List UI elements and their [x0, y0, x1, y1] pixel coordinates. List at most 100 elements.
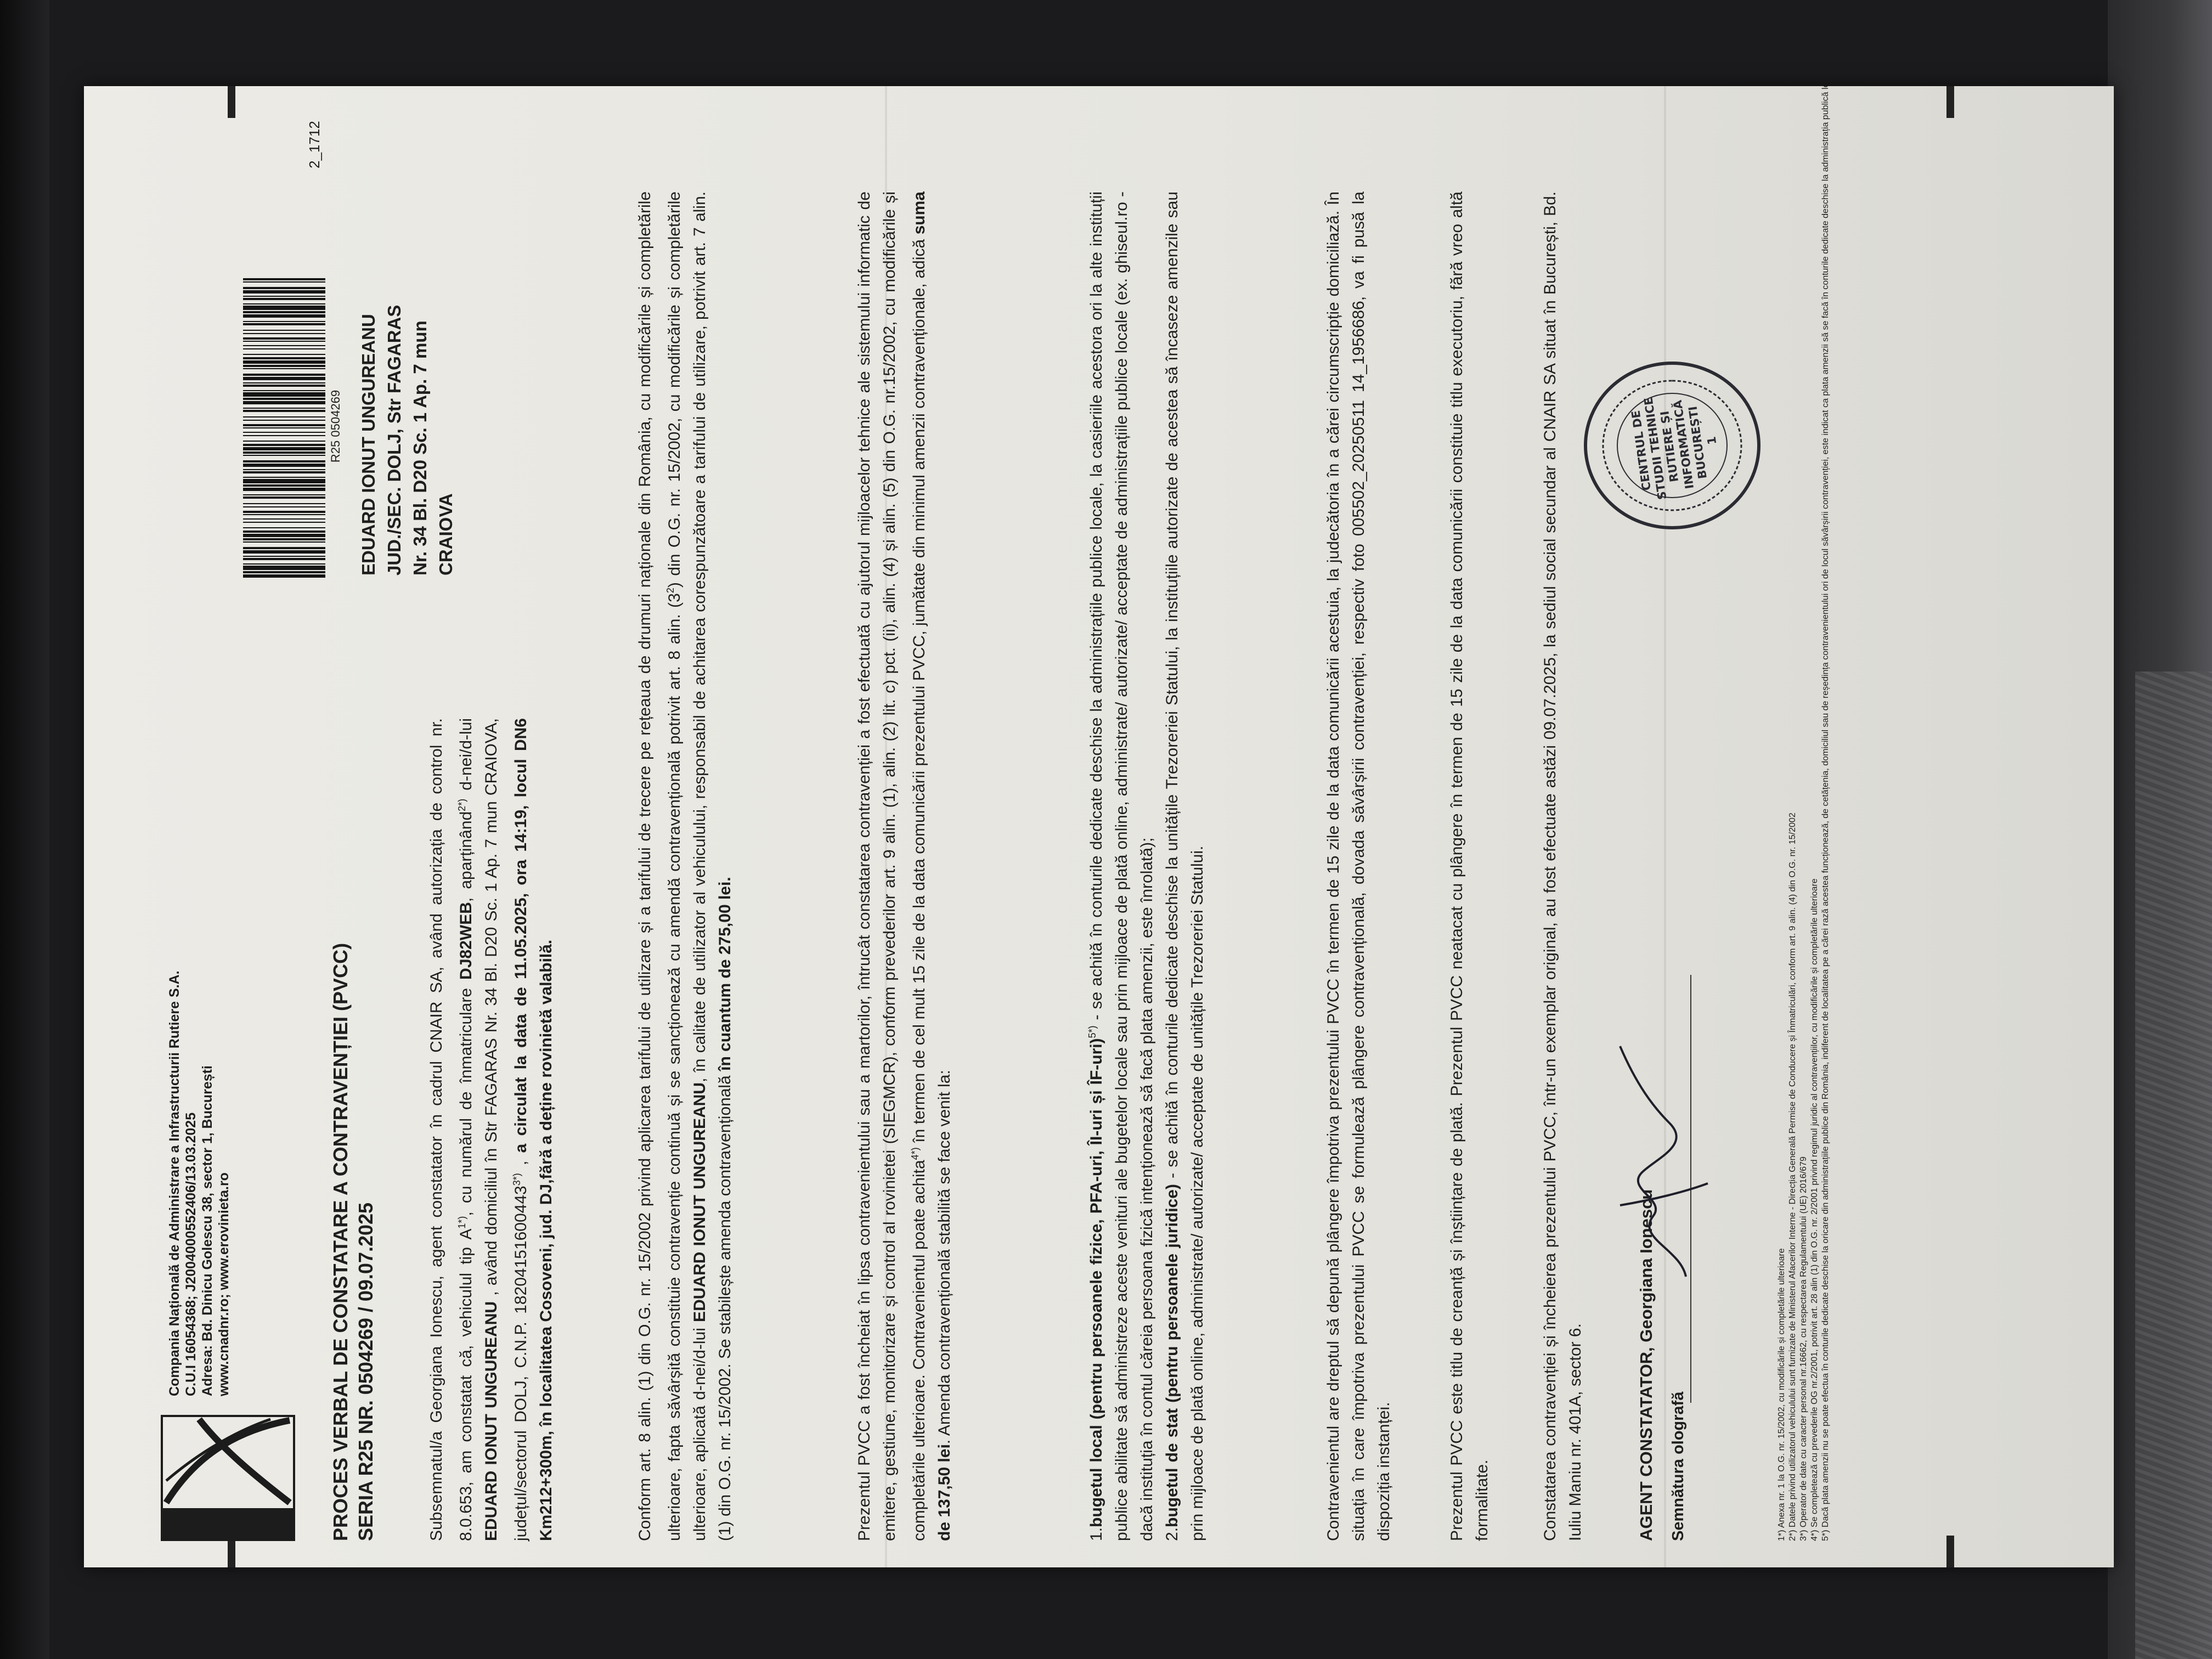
barcode-bar: [243, 563, 325, 565]
barcode-bar: [243, 424, 325, 426]
paragraph-enforceable-title: Prezentul PVCC este titlu de creanță și …: [1448, 191, 1491, 1541]
barcode-image: [243, 278, 325, 578]
official-stamp: CENTRUL DE STUDII TEHNICE RUTIERE ȘI INF…: [1582, 358, 1763, 533]
barcode-bar: [243, 306, 325, 310]
barcode-bar: [243, 531, 325, 533]
barcode-bar: [243, 503, 325, 504]
company-address: Adresa: Bd. Dinicu Golescu 38, sector 1,…: [200, 1065, 215, 1396]
barcode-bar: [243, 488, 325, 491]
recipient-address: EDUARD IONUT UNGUREANU JUD./SEC. DOLJ, S…: [356, 268, 459, 575]
barcode-block: R25 0504269: [243, 262, 343, 580]
footnote: 2*) Datele privind utilizatorul vehiculu…: [1788, 812, 1797, 1541]
barcode-bar: [243, 538, 325, 540]
footnote: 4*) Se completează cu prevederile OG nr.…: [1810, 878, 1819, 1541]
recipient-address-line: JUD./SEC. DOLJ, Str FAGARAS: [384, 304, 404, 575]
recipient-address-line: Nr. 34 Bl. D20 Sc. 1 Ap. 7 mun: [410, 320, 430, 575]
paper-fold: [1664, 86, 1666, 1567]
barcode-bar: [243, 566, 325, 570]
barcode-bar: [243, 527, 325, 528]
barcode-bar: [243, 281, 325, 283]
barcode-bar: [243, 494, 325, 495]
background-chair: [2135, 672, 2212, 1659]
barcode-bar: [243, 330, 325, 331]
barcode-bar: [243, 323, 325, 325]
barcode-text: R25 0504269: [329, 390, 342, 463]
barcode-bar: [243, 506, 325, 507]
recipient-name: EDUARD IONUT UNGUREANU: [358, 314, 379, 575]
barcode-bar: [243, 541, 325, 543]
paragraph-budget-destination: 1.bugetul local (pentru persoanele fizic…: [1087, 191, 1206, 1541]
barcode-bar: [243, 452, 325, 454]
barcode-bar: [243, 314, 325, 318]
barcode-bar: [243, 574, 325, 578]
company-web: www.cnadnr.ro; www.erovinieta.ro: [216, 1172, 232, 1396]
barcode-bar: [243, 408, 325, 409]
barcode-bar: [243, 479, 325, 483]
barcode-bar: [243, 398, 325, 400]
barcode-bar: [243, 447, 325, 450]
barcode-bar: [243, 377, 325, 380]
barcode-bar: [243, 337, 325, 340]
footnote: 3*) Operator de date cu caracter persona…: [1799, 1156, 1808, 1541]
barcode-bar: [243, 410, 325, 412]
barcode-bar: [243, 460, 325, 462]
barcode-bar: [243, 435, 325, 436]
barcode-bar: [243, 374, 325, 376]
barcode-bar: [243, 469, 325, 470]
paragraph-conclusion: Constatarea contravenției și încheierea …: [1541, 191, 1584, 1541]
barcode-bar: [243, 550, 325, 554]
barcode-bar: [243, 321, 325, 322]
paragraph-legal-basis: Conform art. 8 alin. (1) din O.G. nr. 15…: [636, 191, 734, 1541]
barcode-bar: [243, 444, 325, 446]
barcode-bar: [243, 348, 325, 349]
footnotes: 1*) Anexa nr. 1 la O.G. nr. 15/2002, cu …: [1776, 86, 1831, 1541]
barcode-bar: [243, 368, 325, 369]
barcode-bar: [243, 401, 325, 404]
background-left-edge: [0, 0, 49, 1659]
signature-label: Semnătura olografă: [1669, 1391, 1687, 1541]
barcode-bar: [243, 558, 325, 560]
document-title-block: PROCES VERBAL DE CONSTATARE A CONTRAVENȚ…: [328, 943, 379, 1541]
barcode-bar: [243, 471, 325, 473]
barcode-bar: [243, 298, 325, 300]
barcode-bar: [243, 296, 325, 297]
barcode-bar: [243, 522, 325, 523]
barcode-bar: [243, 345, 325, 346]
barcode-bar: [243, 382, 325, 383]
document-title: PROCES VERBAL DE CONSTATARE A CONTRAVENȚ…: [329, 943, 352, 1541]
paragraph-payment: Prezentul PVCC a fost încheiat în lipsa …: [855, 191, 953, 1541]
barcode-bar: [243, 534, 325, 537]
barcode-bar: [243, 484, 325, 487]
paragraph-complaint-right: Contravenientul are dreptul să depună pl…: [1324, 191, 1393, 1541]
barcode-bar: [243, 385, 325, 387]
barcode-bar: [243, 477, 325, 478]
barcode-bar: [243, 496, 325, 499]
barcode-bar: [243, 556, 325, 557]
paragraph-finding: Subsemnatul/a Georgiana Ionescu, agent c…: [427, 718, 555, 1541]
footnote: 5*) Dacă plata amenzii nu se poate efect…: [1821, 86, 1830, 1541]
barcode-bar: [243, 392, 325, 397]
barcode-bar: [243, 341, 325, 342]
barcode-bar: [243, 390, 325, 391]
barcode-bar: [243, 455, 325, 456]
barcode-bar: [243, 360, 325, 364]
barcode-bar: [243, 518, 325, 520]
cnair-logo: [161, 1415, 295, 1541]
barcode-bar: [243, 333, 325, 334]
barcode-bar: [243, 287, 325, 289]
company-name: Compania Națională de Administrare a Inf…: [167, 970, 182, 1396]
barcode-bar: [243, 420, 325, 421]
handwritten-signature: [1619, 1046, 1708, 1277]
barcode-bar: [243, 427, 325, 428]
document-series: SERIA R25 NR. 0504269 / 09.07.2025: [354, 1202, 377, 1541]
barcode-bar: [243, 432, 325, 433]
barcode-bar: [243, 354, 325, 355]
barcode-bar: [243, 290, 325, 294]
barcode-bar: [243, 547, 325, 549]
registration-mark: [228, 86, 235, 118]
footnote: 1*) Anexa nr. 1 la O.G. nr. 15/2002, cu …: [1777, 1248, 1786, 1541]
pvcc-document: Compania Națională de Administrare a Inf…: [84, 86, 2114, 1567]
barcode-bar: [243, 365, 325, 367]
document-code: 2_1712: [306, 121, 323, 168]
registration-mark: [1946, 86, 1954, 118]
